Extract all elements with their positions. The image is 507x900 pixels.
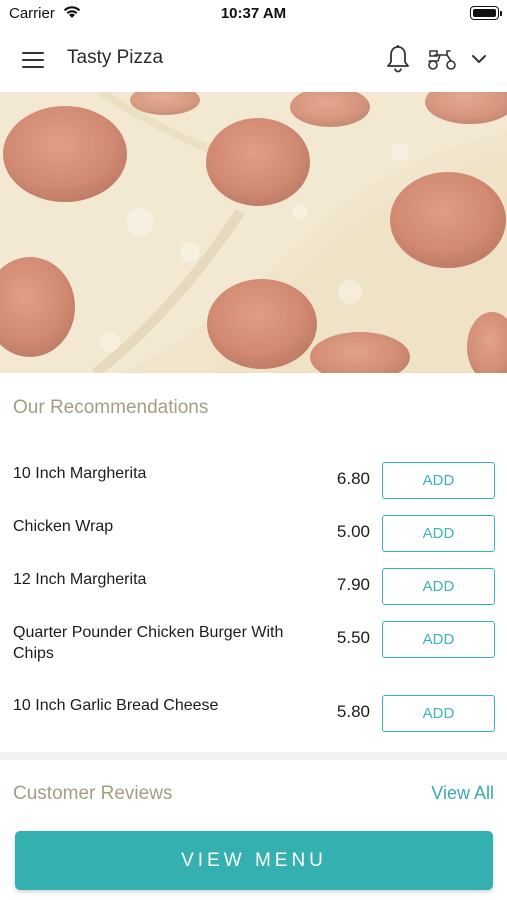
add-button[interactable]: ADD — [382, 695, 495, 732]
item-name: Chicken Wrap — [13, 518, 114, 535]
restaurant-title: Tasty Pizza — [67, 47, 164, 68]
item-price: 5.80 — [336, 702, 370, 721]
item-name: 10 Inch Garlic Bread Cheese — [13, 697, 219, 714]
delivery-scooter-icon[interactable] — [426, 46, 458, 72]
customer-reviews-heading: Customer Reviews — [13, 783, 173, 804]
item-name: 10 Inch Margherita — [13, 465, 147, 482]
item-price: 6.80 — [336, 469, 370, 488]
item-name: Quarter Pounder Chicken Burger With Chip… — [13, 624, 284, 662]
view-menu-button[interactable]: VIEW MENU — [15, 831, 493, 890]
chevron-down-icon[interactable] — [470, 50, 488, 68]
bell-icon[interactable] — [385, 44, 411, 74]
item-price: 5.00 — [336, 522, 370, 541]
add-button[interactable]: ADD — [382, 515, 495, 552]
add-button[interactable]: ADD — [382, 568, 495, 605]
battery-icon — [470, 6, 502, 20]
hamburger-menu-icon[interactable] — [22, 50, 46, 70]
item-price: 7.90 — [336, 575, 370, 594]
hero-pizza-image — [0, 92, 507, 373]
recommendations-heading: Our Recommendations — [13, 397, 209, 418]
add-button[interactable]: ADD — [382, 621, 495, 658]
status-bar: Carrier 10:37 AM — [0, 0, 507, 28]
item-name: 12 Inch Margherita — [13, 571, 147, 588]
section-divider — [0, 752, 507, 760]
app-header: Tasty Pizza — [0, 28, 507, 92]
status-time: 10:37 AM — [220, 5, 287, 22]
item-price: 5.50 — [336, 628, 370, 647]
add-button[interactable]: ADD — [382, 462, 495, 499]
view-all-reviews-link[interactable]: View All — [431, 783, 494, 804]
